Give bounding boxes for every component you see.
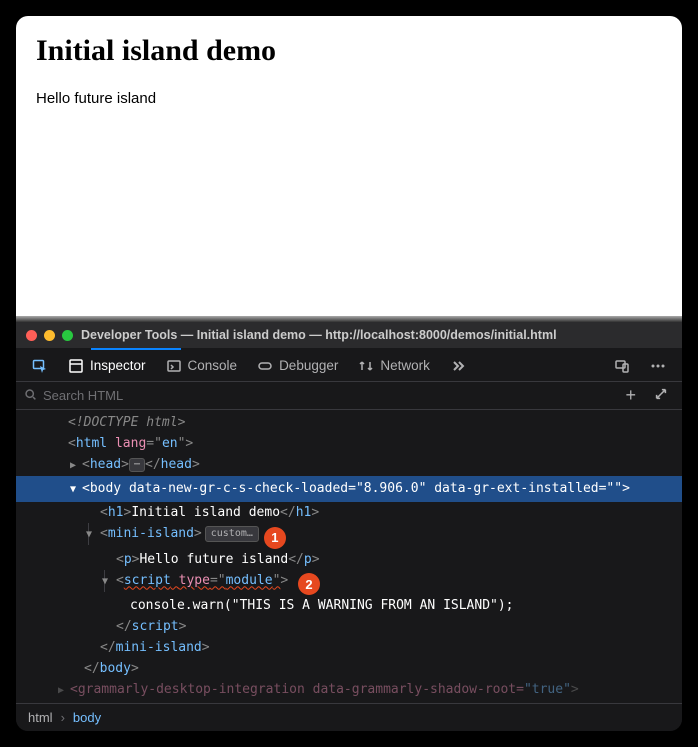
- dom-body-open[interactable]: ▼<body data-new-gr-c-s-check-loaded="8.9…: [16, 476, 682, 502]
- element-picker-button[interactable]: [22, 350, 58, 381]
- custom-element-badge[interactable]: custom…: [205, 526, 259, 542]
- dom-faded-row[interactable]: ▶<grammarly-desktop-integration data-gra…: [16, 679, 682, 701]
- debugger-icon: [257, 358, 273, 374]
- close-window-button[interactable]: [26, 330, 37, 341]
- inspector-icon: [68, 358, 84, 374]
- breadcrumb-body[interactable]: body: [73, 710, 101, 725]
- dom-p[interactable]: <p>Hello future island</p>: [16, 549, 682, 570]
- chevron-double-right-icon: [450, 358, 466, 374]
- dom-tree[interactable]: <!DOCTYPE html> <html lang="en"> ▶<head>…: [16, 410, 682, 703]
- breadcrumb-bar: html › body: [16, 703, 682, 731]
- minimize-window-button[interactable]: [44, 330, 55, 341]
- dom-body-close[interactable]: </body>: [16, 658, 682, 679]
- responsive-mode-button[interactable]: [604, 350, 640, 381]
- dom-mini-island-open[interactable]: ▼<mini-island>custom…1: [16, 523, 682, 549]
- tab-inspector[interactable]: Inspector: [58, 350, 156, 381]
- overflow-tabs-button[interactable]: [440, 350, 476, 381]
- kebab-icon: [650, 358, 666, 374]
- breadcrumb-html[interactable]: html: [28, 710, 53, 725]
- console-label: Console: [188, 358, 238, 373]
- search-row: +: [16, 382, 682, 410]
- network-icon: [358, 358, 374, 374]
- add-element-button[interactable]: +: [619, 385, 642, 406]
- tab-debugger[interactable]: Debugger: [247, 350, 348, 381]
- app-container: Initial island demo Hello future island …: [16, 16, 682, 731]
- devtools-window-title: Developer Tools — Initial island demo — …: [81, 328, 557, 342]
- network-label: Network: [380, 358, 430, 373]
- devtools-panel: Developer Tools — Initial island demo — …: [16, 322, 682, 731]
- tab-network[interactable]: Network: [348, 350, 440, 381]
- tab-console[interactable]: Console: [156, 350, 248, 381]
- page-heading: Initial island demo: [36, 34, 662, 68]
- inspector-label: Inspector: [90, 358, 146, 373]
- dom-html-open[interactable]: <html lang="en">: [16, 433, 682, 454]
- devtools-toolbar: Inspector Console Debugger: [16, 350, 682, 382]
- maximize-window-button[interactable]: [62, 330, 73, 341]
- devices-icon: [614, 358, 630, 374]
- search-html-input[interactable]: [43, 388, 613, 403]
- dom-script-close[interactable]: </script>: [16, 616, 682, 637]
- debugger-label: Debugger: [279, 358, 338, 373]
- dom-console-warn[interactable]: console.warn("THIS IS A WARNING FROM AN …: [16, 595, 682, 616]
- more-options-button[interactable]: [640, 350, 676, 381]
- dom-h1[interactable]: <h1>Initial island demo</h1>: [16, 502, 682, 523]
- dom-mini-island-close[interactable]: </mini-island>: [16, 637, 682, 658]
- rendered-page: Initial island demo Hello future island: [16, 16, 682, 316]
- page-paragraph: Hello future island: [36, 90, 662, 107]
- element-picker-icon: [32, 358, 48, 374]
- search-icon: [24, 388, 37, 404]
- traffic-lights: [26, 330, 73, 341]
- chevron-right-icon: ›: [61, 710, 65, 725]
- annotation-2: 2: [298, 573, 320, 595]
- ellipsis-badge[interactable]: ⋯: [129, 458, 145, 472]
- devtools-titlebar: Developer Tools — Initial island demo — …: [16, 322, 682, 348]
- console-icon: [166, 358, 182, 374]
- dom-script-open[interactable]: ▼<script type="module"> 2: [16, 570, 682, 596]
- dom-head[interactable]: ▶<head>⋯</head>: [16, 454, 682, 476]
- annotation-1: 1: [264, 527, 286, 549]
- dom-doctype[interactable]: <!DOCTYPE html>: [16, 412, 682, 433]
- expand-panel-button[interactable]: [648, 385, 674, 406]
